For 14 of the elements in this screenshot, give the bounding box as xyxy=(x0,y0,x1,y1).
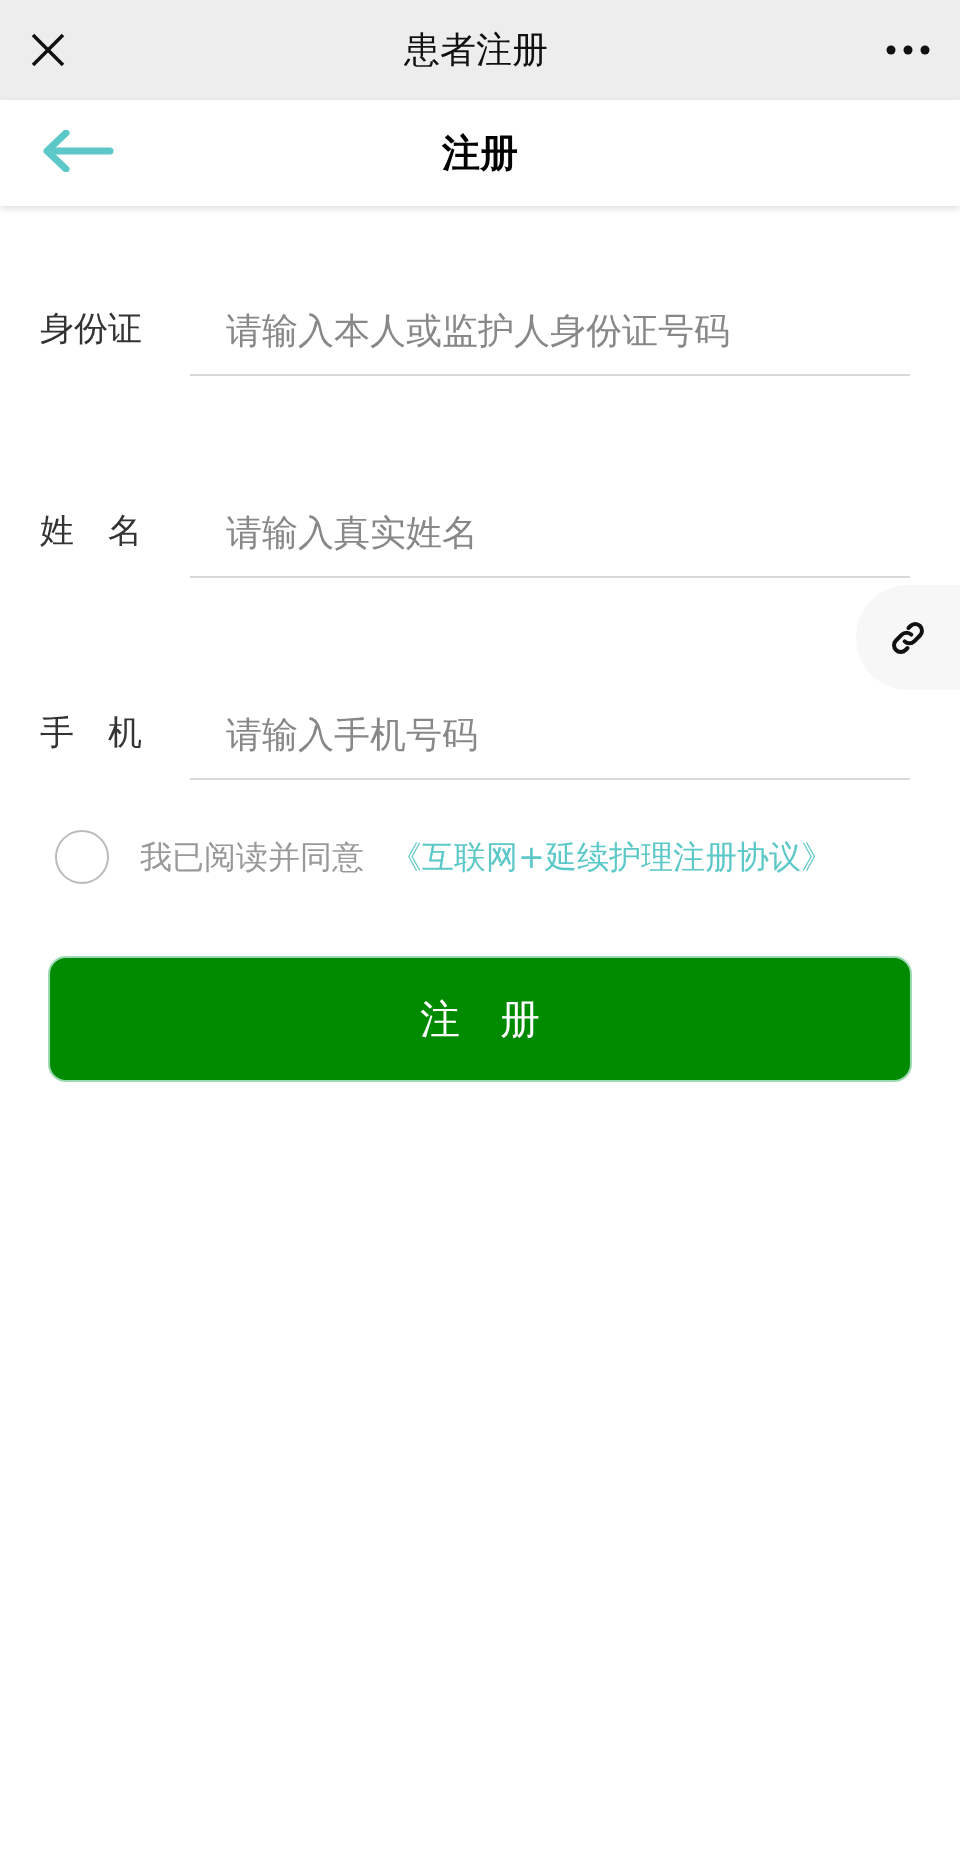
window-title: 患者注册 xyxy=(404,28,548,72)
input-field[interactable]: 请输入真实姓名 xyxy=(190,496,910,578)
floating-link-button[interactable] xyxy=(856,585,960,690)
input-field[interactable]: 请输入本人或监护人身份证号码 xyxy=(190,294,910,376)
close-icon[interactable] xyxy=(30,32,66,68)
field-label: 姓 名 xyxy=(40,509,143,552)
input-field[interactable]: 请输入手机号码 xyxy=(190,698,910,780)
agreement-text: 我已阅读并同意 xyxy=(140,837,364,878)
more-icon[interactable] xyxy=(886,45,930,55)
agreement-checkbox[interactable] xyxy=(55,830,109,884)
field-label: 手 机 xyxy=(40,711,143,754)
field-label: 身份证 xyxy=(40,307,143,350)
register-button[interactable]: 注 册 xyxy=(48,956,912,1082)
page-title: 注册 xyxy=(442,129,518,177)
